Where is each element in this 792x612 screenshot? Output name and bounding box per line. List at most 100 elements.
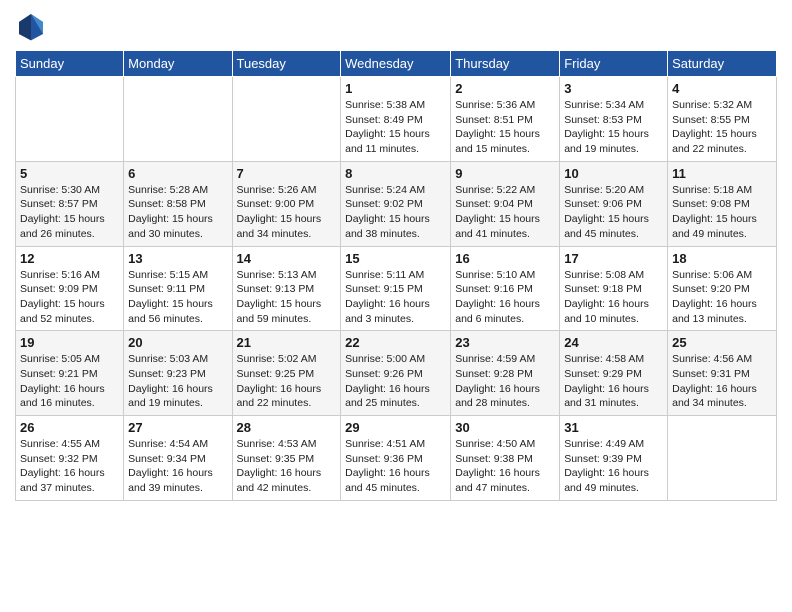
day-number: 13	[128, 251, 227, 266]
week-row: 26 Sunrise: 4:55 AM Sunset: 9:32 PM Dayli…	[16, 416, 777, 501]
calendar-cell	[16, 77, 124, 162]
day-info: Sunrise: 5:24 AM Sunset: 9:02 PM Dayligh…	[345, 183, 446, 242]
day-number: 22	[345, 335, 446, 350]
day-number: 17	[564, 251, 663, 266]
calendar-cell: 23Sunrise: 4:59 AM Sunset: 9:28 PM Dayli…	[451, 331, 560, 416]
calendar: SundayMondayTuesdayWednesdayThursdayFrid…	[15, 50, 777, 501]
day-number: 3	[564, 81, 663, 96]
calendar-cell: 22 Sunrise: 5:00 AM Sunset: 9:26 PM Dayli…	[341, 331, 451, 416]
calendar-cell: 29 Sunrise: 4:51 AM Sunset: 9:36 PM Dayli…	[341, 416, 451, 501]
calendar-cell: 5 Sunrise: 5:30 AM Sunset: 8:57 PM Daylig…	[16, 161, 124, 246]
day-info: Sunrise: 5:08 AM Sunset: 9:18 PM Dayligh…	[564, 268, 663, 327]
day-number: 21	[237, 335, 337, 350]
day-number: 1	[345, 81, 446, 96]
calendar-cell: 17 Sunrise: 5:08 AM Sunset: 9:18 PM Dayli…	[560, 246, 668, 331]
day-info: Sunrise: 4:50 AM Sunset: 9:38 PM Dayligh…	[455, 437, 555, 496]
day-info: Sunrise: 4:51 AM Sunset: 9:36 PM Dayligh…	[345, 437, 446, 496]
week-row: 19Sunrise: 5:05 AM Sunset: 9:21 PM Dayli…	[16, 331, 777, 416]
day-info: Sunrise: 4:58 AM Sunset: 9:29 PM Dayligh…	[564, 352, 663, 411]
day-info: Sunrise: 5:02 AM Sunset: 9:25 PM Dayligh…	[237, 352, 337, 411]
header	[15, 10, 777, 42]
day-number: 6	[128, 166, 227, 181]
day-info: Sunrise: 5:36 AM Sunset: 8:51 PM Dayligh…	[455, 98, 555, 157]
day-number: 15	[345, 251, 446, 266]
weekday-header: Thursday	[451, 51, 560, 77]
day-info: Sunrise: 5:20 AM Sunset: 9:06 PM Dayligh…	[564, 183, 663, 242]
calendar-cell: 24 Sunrise: 4:58 AM Sunset: 9:29 PM Dayli…	[560, 331, 668, 416]
day-info: Sunrise: 5:11 AM Sunset: 9:15 PM Dayligh…	[345, 268, 446, 327]
weekday-header: Friday	[560, 51, 668, 77]
weekday-header: Sunday	[16, 51, 124, 77]
calendar-cell: 11Sunrise: 5:18 AM Sunset: 9:08 PM Dayli…	[668, 161, 777, 246]
day-number: 4	[672, 81, 772, 96]
calendar-cell: 3 Sunrise: 5:34 AM Sunset: 8:53 PM Daylig…	[560, 77, 668, 162]
logo	[15, 10, 51, 42]
day-info: Sunrise: 5:06 AM Sunset: 9:20 PM Dayligh…	[672, 268, 772, 327]
day-number: 28	[237, 420, 337, 435]
day-info: Sunrise: 4:53 AM Sunset: 9:35 PM Dayligh…	[237, 437, 337, 496]
calendar-cell	[668, 416, 777, 501]
day-info: Sunrise: 5:34 AM Sunset: 8:53 PM Dayligh…	[564, 98, 663, 157]
day-info: Sunrise: 5:16 AM Sunset: 9:09 PM Dayligh…	[20, 268, 119, 327]
calendar-cell: 15 Sunrise: 5:11 AM Sunset: 9:15 PM Dayli…	[341, 246, 451, 331]
day-info: Sunrise: 5:30 AM Sunset: 8:57 PM Dayligh…	[20, 183, 119, 242]
day-info: Sunrise: 5:00 AM Sunset: 9:26 PM Dayligh…	[345, 352, 446, 411]
day-info: Sunrise: 5:32 AM Sunset: 8:55 PM Dayligh…	[672, 98, 772, 157]
calendar-cell: 31 Sunrise: 4:49 AM Sunset: 9:39 PM Dayli…	[560, 416, 668, 501]
calendar-cell: 14 Sunrise: 5:13 AM Sunset: 9:13 PM Dayli…	[232, 246, 341, 331]
day-number: 10	[564, 166, 663, 181]
calendar-cell	[232, 77, 341, 162]
day-number: 20	[128, 335, 227, 350]
day-info: Sunrise: 4:49 AM Sunset: 9:39 PM Dayligh…	[564, 437, 663, 496]
day-info: Sunrise: 5:03 AM Sunset: 9:23 PM Dayligh…	[128, 352, 227, 411]
day-info: Sunrise: 4:59 AM Sunset: 9:28 PM Dayligh…	[455, 352, 555, 411]
day-number: 25	[672, 335, 772, 350]
day-info: Sunrise: 4:55 AM Sunset: 9:32 PM Dayligh…	[20, 437, 119, 496]
day-number: 30	[455, 420, 555, 435]
day-number: 31	[564, 420, 663, 435]
weekday-header: Tuesday	[232, 51, 341, 77]
calendar-cell: 4 Sunrise: 5:32 AM Sunset: 8:55 PM Daylig…	[668, 77, 777, 162]
calendar-cell: 27 Sunrise: 4:54 AM Sunset: 9:34 PM Dayli…	[124, 416, 232, 501]
calendar-cell: 13 Sunrise: 5:15 AM Sunset: 9:11 PM Dayli…	[124, 246, 232, 331]
day-number: 29	[345, 420, 446, 435]
calendar-cell: 9Sunrise: 5:22 AM Sunset: 9:04 PM Daylig…	[451, 161, 560, 246]
day-number: 12	[20, 251, 119, 266]
week-row: 12 Sunrise: 5:16 AM Sunset: 9:09 PM Dayli…	[16, 246, 777, 331]
day-info: Sunrise: 5:18 AM Sunset: 9:08 PM Dayligh…	[672, 183, 772, 242]
day-number: 24	[564, 335, 663, 350]
day-number: 16	[455, 251, 555, 266]
day-info: Sunrise: 5:38 AM Sunset: 8:49 PM Dayligh…	[345, 98, 446, 157]
calendar-header: SundayMondayTuesdayWednesdayThursdayFrid…	[16, 51, 777, 77]
weekday-header: Wednesday	[341, 51, 451, 77]
day-info: Sunrise: 4:54 AM Sunset: 9:34 PM Dayligh…	[128, 437, 227, 496]
weekday-row: SundayMondayTuesdayWednesdayThursdayFrid…	[16, 51, 777, 77]
day-number: 18	[672, 251, 772, 266]
day-info: Sunrise: 5:13 AM Sunset: 9:13 PM Dayligh…	[237, 268, 337, 327]
week-row: 5 Sunrise: 5:30 AM Sunset: 8:57 PM Daylig…	[16, 161, 777, 246]
day-info: Sunrise: 5:10 AM Sunset: 9:16 PM Dayligh…	[455, 268, 555, 327]
weekday-header: Monday	[124, 51, 232, 77]
day-number: 26	[20, 420, 119, 435]
calendar-cell: 2Sunrise: 5:36 AM Sunset: 8:51 PM Daylig…	[451, 77, 560, 162]
calendar-cell: 10 Sunrise: 5:20 AM Sunset: 9:06 PM Dayli…	[560, 161, 668, 246]
day-info: Sunrise: 5:15 AM Sunset: 9:11 PM Dayligh…	[128, 268, 227, 327]
day-number: 7	[237, 166, 337, 181]
day-info: Sunrise: 5:28 AM Sunset: 8:58 PM Dayligh…	[128, 183, 227, 242]
calendar-cell: 16 Sunrise: 5:10 AM Sunset: 9:16 PM Dayli…	[451, 246, 560, 331]
day-number: 19	[20, 335, 119, 350]
day-number: 27	[128, 420, 227, 435]
calendar-cell: 28 Sunrise: 4:53 AM Sunset: 9:35 PM Dayli…	[232, 416, 341, 501]
calendar-cell: 25Sunrise: 4:56 AM Sunset: 9:31 PM Dayli…	[668, 331, 777, 416]
calendar-body: 1 Sunrise: 5:38 AM Sunset: 8:49 PM Daylig…	[16, 77, 777, 501]
calendar-cell: 20 Sunrise: 5:03 AM Sunset: 9:23 PM Dayli…	[124, 331, 232, 416]
calendar-cell: 30 Sunrise: 4:50 AM Sunset: 9:38 PM Dayli…	[451, 416, 560, 501]
calendar-cell: 6 Sunrise: 5:28 AM Sunset: 8:58 PM Daylig…	[124, 161, 232, 246]
day-number: 5	[20, 166, 119, 181]
day-number: 14	[237, 251, 337, 266]
calendar-cell: 18 Sunrise: 5:06 AM Sunset: 9:20 PM Dayli…	[668, 246, 777, 331]
calendar-cell	[124, 77, 232, 162]
page: SundayMondayTuesdayWednesdayThursdayFrid…	[0, 0, 792, 516]
calendar-cell: 8Sunrise: 5:24 AM Sunset: 9:02 PM Daylig…	[341, 161, 451, 246]
calendar-cell: 21 Sunrise: 5:02 AM Sunset: 9:25 PM Dayli…	[232, 331, 341, 416]
